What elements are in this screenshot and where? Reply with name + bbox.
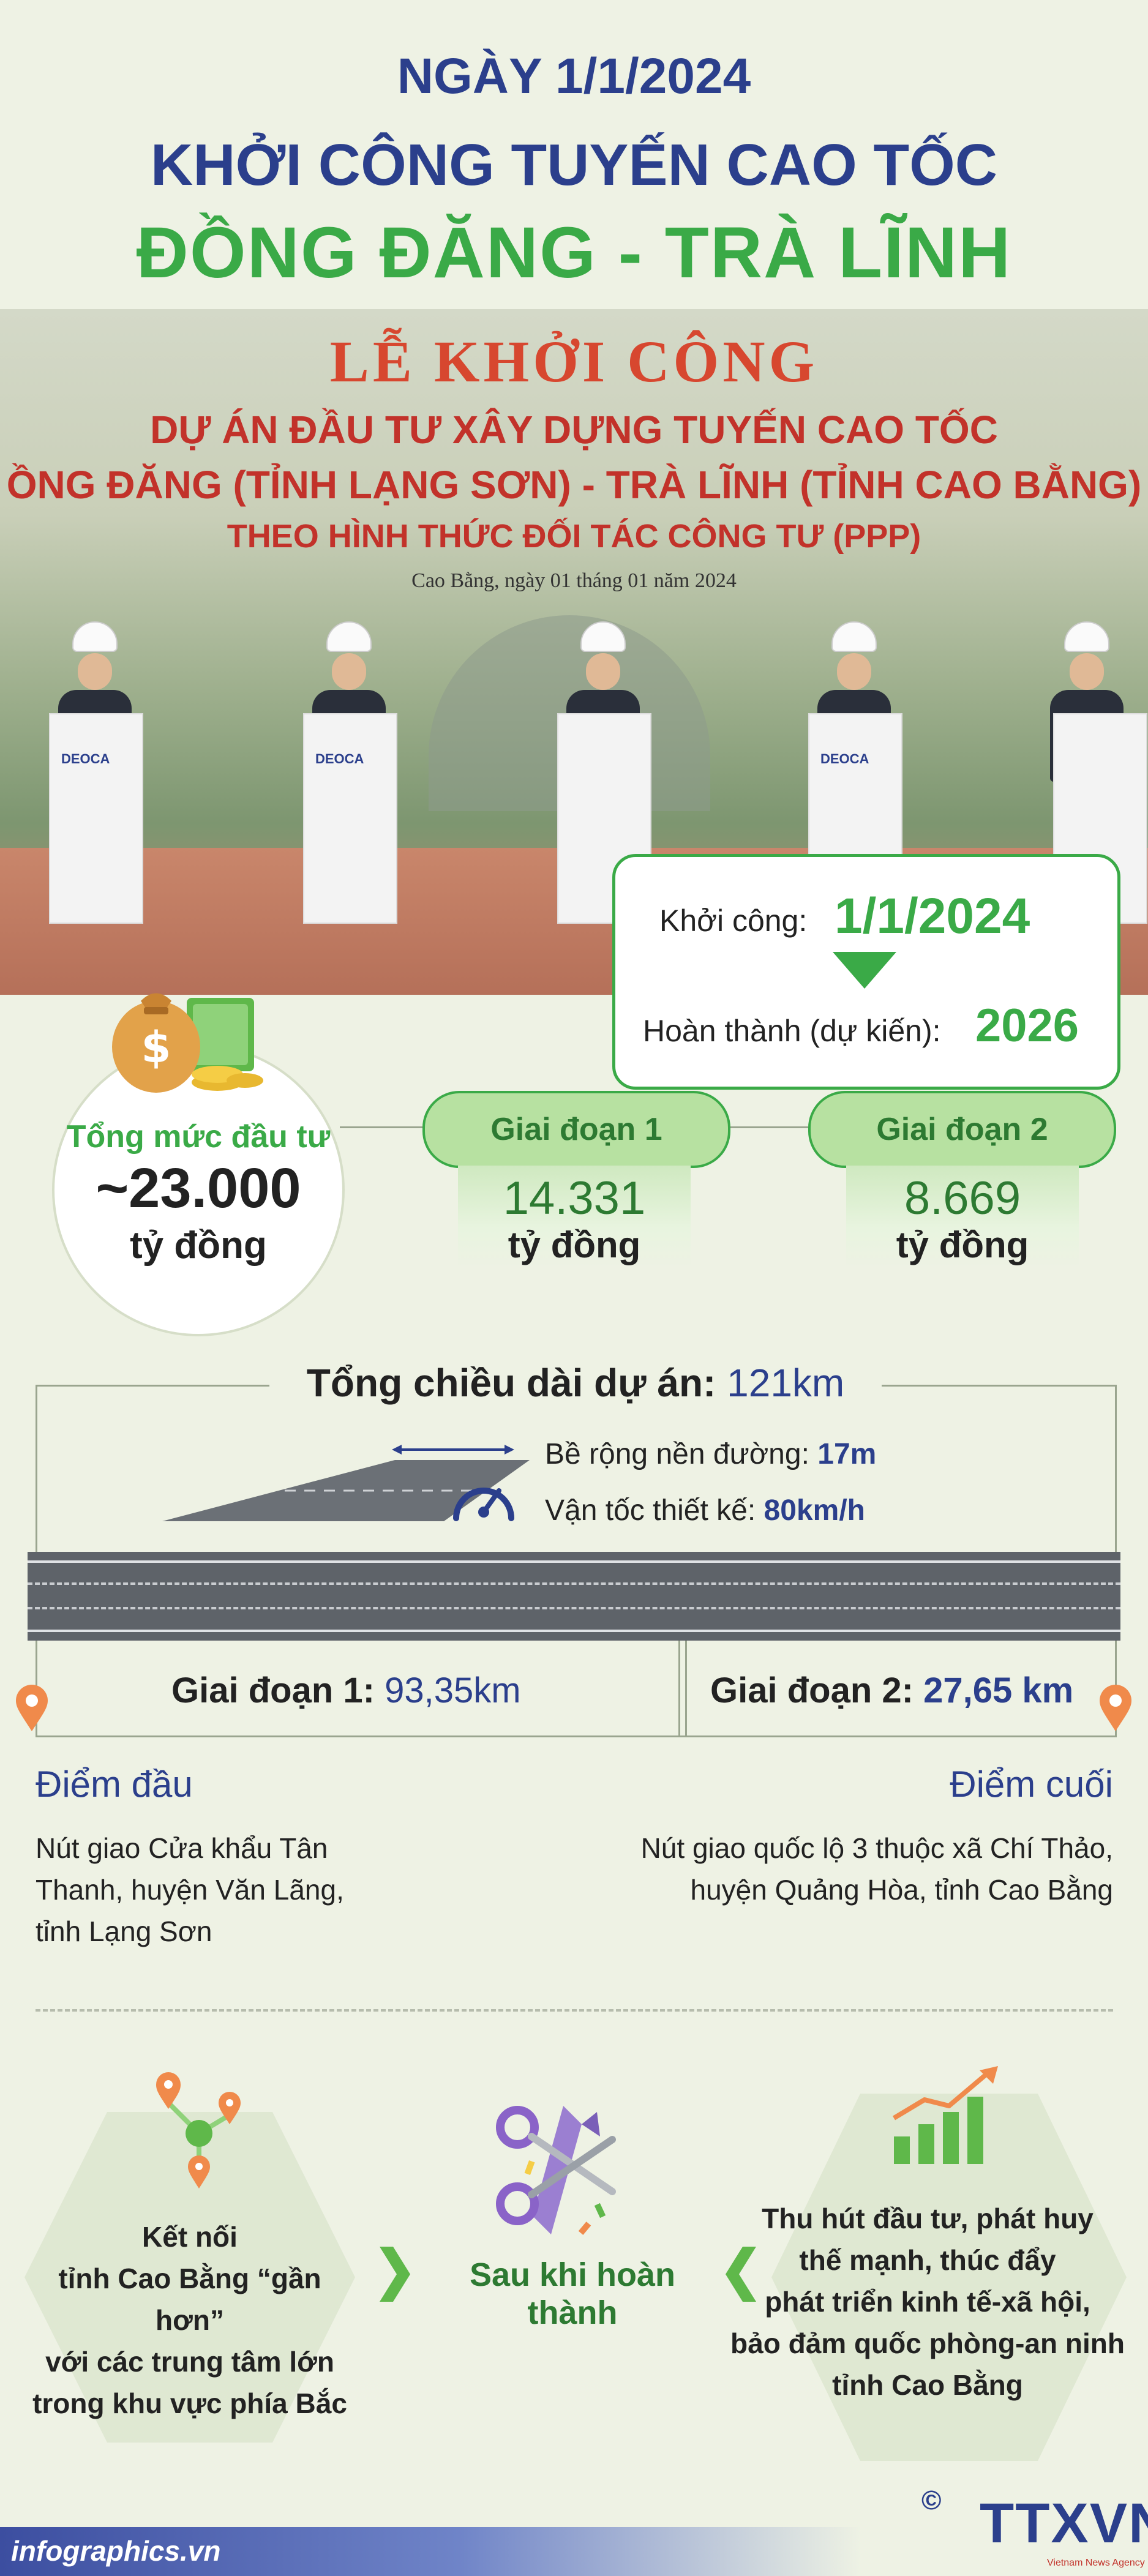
- start-value: 1/1/2024: [835, 888, 1030, 944]
- banner-place-date: Cao Bằng, ngày 01 tháng 01 năm 2024: [411, 569, 737, 592]
- podium-logo: DEOCA: [820, 751, 869, 766]
- phase-2-value: 8.669: [904, 1172, 1021, 1224]
- gauge-icon: [453, 1488, 514, 1521]
- scissors-ribbon-icon: [496, 2106, 616, 2235]
- length-title-label: Tổng chiều dài dự án:: [306, 1361, 716, 1405]
- dashed-separator: [36, 2009, 1113, 2012]
- speed-value: 80km/h: [763, 1494, 865, 1527]
- growth-chart-icon: [892, 2066, 998, 2164]
- location-pin-icon: [16, 1685, 48, 1731]
- connector-line: [726, 1126, 808, 1128]
- end-point-heading: Điểm cuối: [950, 1764, 1113, 1805]
- footer-agency: Vietnam News Agency: [1047, 2558, 1145, 2568]
- phase-1-amount: 14.331 tỷ đồng: [458, 1166, 691, 1270]
- header-date: NGÀY 1/1/2024: [397, 48, 751, 104]
- benefit-connect-line: Kết nối: [142, 2221, 238, 2253]
- start-point-heading: Điểm đầu: [36, 1764, 193, 1805]
- podium: DEOCA: [49, 713, 143, 924]
- ttxvn-logo: TTXVN: [980, 2492, 1148, 2555]
- connector-line: [340, 1126, 422, 1128]
- banner-title: LỄ KHỞI CÔNG: [329, 329, 819, 394]
- phase-2-pill: Giai đoạn 2: [808, 1091, 1116, 1168]
- podium: DEOCA: [303, 713, 397, 924]
- benefit-investment-line: Thu hút đầu tư, phát huy: [762, 2203, 1094, 2234]
- header-subtitle: KHỞI CÔNG TUYẾN CAO TỐC: [150, 132, 998, 198]
- copyright-symbol: ©: [921, 2485, 942, 2515]
- arrow-down-icon: [833, 952, 896, 989]
- chevron-left-icon: [380, 2247, 410, 2302]
- road-strip: [28, 1552, 1120, 1641]
- start-label: Khởi công:: [659, 904, 808, 938]
- segment-1-value: 93,35km: [385, 1671, 521, 1710]
- banner-line-2: ỒNG ĐĂNG (TỈNH LẠNG SƠN) - TRÀ LĨNH (TỈN…: [6, 463, 1142, 507]
- segment-divider: [678, 1641, 687, 1735]
- dates-box: Khởi công: 1/1/2024 Hoàn thành (dự kiến)…: [612, 854, 1120, 1090]
- benefit-connect-line: trong khu vực phía Bắc: [32, 2387, 347, 2419]
- end-point-line: huyện Quảng Hòa, tỉnh Cao Bằng: [690, 1874, 1114, 1906]
- width-label: Bề rộng nền đường:: [545, 1438, 809, 1470]
- location-pin-icon: [1100, 1685, 1131, 1731]
- start-point-line: Thanh, huyện Văn Lãng,: [36, 1874, 344, 1906]
- svg-text:$: $: [141, 1022, 171, 1073]
- footer-site: infographics.vn: [11, 2535, 221, 2567]
- end-point-description: Nút giao quốc lộ 3 thuộc xã Chí Thảo, hu…: [562, 1827, 1113, 1911]
- segment-2-value: 27,65 km: [923, 1671, 1074, 1710]
- podium-logo: DEOCA: [61, 751, 110, 766]
- start-point-line: Nút giao Cửa khẩu Tân: [36, 1832, 328, 1864]
- podium-logo: DEOCA: [315, 751, 364, 766]
- length-title: Tổng chiều dài dự án: 121km: [269, 1353, 882, 1414]
- phase-1-unit: tỷ đồng: [508, 1224, 641, 1265]
- phase-2-unit: tỷ đồng: [896, 1224, 1029, 1265]
- finish-label: Hoàn thành (dự kiến):: [643, 1014, 941, 1048]
- end-point-line: Nút giao quốc lộ 3 thuộc xã Chí Thảo,: [640, 1832, 1113, 1864]
- benefit-connect-line: với các trung tâm lớn: [45, 2346, 334, 2378]
- width-arrow-icon: [392, 1445, 514, 1455]
- investment-value: ~23.000: [96, 1157, 301, 1219]
- speed-label: Vận tốc thiết kế:: [545, 1494, 756, 1527]
- phase-1-value: 14.331: [503, 1172, 646, 1224]
- segment-2-label: Giai đoạn 2:: [710, 1671, 914, 1710]
- benefit-investment-text: Thu hút đầu tư, phát huy thế mạnh, thúc …: [719, 2198, 1136, 2406]
- benefit-investment-line: thế mạnh, thúc đẩy: [799, 2244, 1056, 2276]
- benefit-investment-line: tỉnh Cao Bằng: [832, 2369, 1023, 2401]
- width-value: 17m: [817, 1438, 877, 1470]
- finish-value: 2026: [975, 1000, 1079, 1052]
- phase-1-pill: Giai đoạn 1: [422, 1091, 730, 1168]
- network-pins-icon: [156, 2072, 241, 2188]
- money-bag-icon: $: [112, 993, 263, 1093]
- benefit-investment-line: bảo đảm quốc phòng-an ninh: [730, 2327, 1125, 2359]
- banner-line-1: DỰ ÁN ĐẦU TƯ XÂY DỰNG TUYẾN CAO TỐC: [150, 408, 998, 452]
- phase-2-amount: 8.669 tỷ đồng: [846, 1166, 1079, 1270]
- after-completion-label: Sau khi hoàn thành: [469, 2256, 676, 2331]
- banner-line-3: THEO HÌNH THỨC ĐỐI TÁC CÔNG TƯ (PPP): [227, 518, 921, 555]
- chevron-right-icon: [726, 2247, 756, 2302]
- benefit-connect-text: Kết nối tỉnh Cao Bằng “gần hơn” với các …: [24, 2216, 355, 2424]
- length-title-value: 121km: [727, 1361, 845, 1405]
- investment-unit: tỷ đồng: [130, 1224, 267, 1267]
- start-point-line: tỉnh Lạng Sơn: [36, 1915, 212, 1947]
- header-title: ĐỒNG ĐĂNG - TRÀ LĨNH: [136, 212, 1012, 293]
- start-point-description: Nút giao Cửa khẩu Tân Thanh, huyện Văn L…: [36, 1827, 403, 1952]
- benefit-investment-line: phát triển kinh tế-xã hội,: [765, 2286, 1090, 2318]
- benefit-connect-line: tỉnh Cao Bằng “gần hơn”: [58, 2263, 321, 2336]
- investment-title: Tổng mức đầu tư: [66, 1119, 331, 1155]
- segment-1-label: Giai đoạn 1:: [171, 1671, 375, 1710]
